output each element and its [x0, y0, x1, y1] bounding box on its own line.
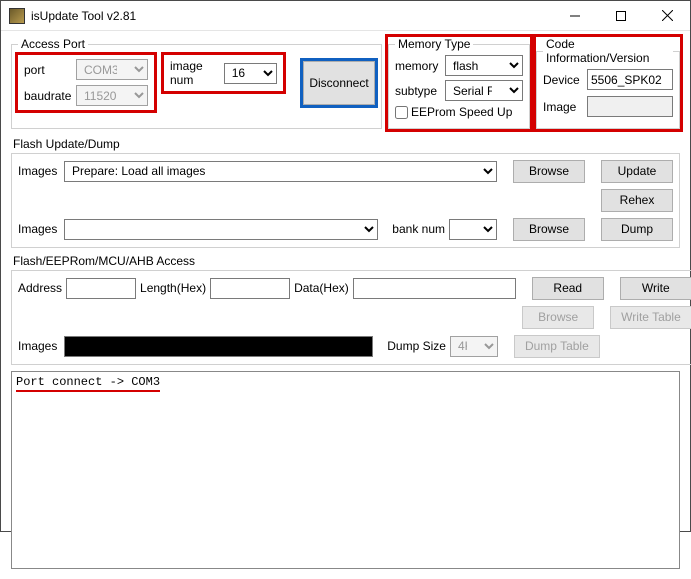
- baudrate-select[interactable]: 115200: [76, 85, 148, 106]
- data-input[interactable]: [353, 278, 516, 299]
- image-field: [587, 96, 673, 117]
- memory-select[interactable]: flash: [445, 55, 523, 76]
- update-button[interactable]: Update: [601, 160, 673, 183]
- data-label: Data(Hex): [294, 281, 349, 295]
- length-label: Length(Hex): [140, 281, 206, 295]
- read-button[interactable]: Read: [532, 277, 604, 300]
- code-info-group: Code Information/Version Device Image: [536, 37, 680, 129]
- dump-button[interactable]: Dump: [601, 218, 673, 241]
- port-label: port: [24, 63, 72, 77]
- eeprom-speedup-checkbox[interactable]: EEProm Speed Up: [395, 105, 512, 119]
- flash-update-group: Images Prepare: Load all images Browse U…: [11, 153, 680, 248]
- length-input[interactable]: [210, 278, 290, 299]
- subtype-select[interactable]: Serial Flash: [445, 80, 523, 101]
- banknum-select[interactable]: [449, 219, 497, 240]
- window-title: isUpdate Tool v2.81: [31, 9, 136, 23]
- rehex-button[interactable]: Rehex: [601, 189, 673, 212]
- browse2-button[interactable]: Browse: [513, 218, 585, 241]
- eeprom-speedup-label: EEProm Speed Up: [411, 105, 512, 119]
- address-input[interactable]: [66, 278, 136, 299]
- images3-select[interactable]: [64, 336, 373, 357]
- images2-label: Images: [18, 222, 60, 236]
- code-info-legend: Code Information/Version: [543, 37, 673, 65]
- log-line: Port connect -> COM3: [16, 375, 160, 392]
- port-select[interactable]: COM3: [76, 59, 148, 80]
- maximize-button[interactable]: [598, 1, 644, 31]
- browse1-button[interactable]: Browse: [513, 160, 585, 183]
- write-table-button: Write Table: [610, 306, 691, 329]
- memory-type-legend: Memory Type: [395, 37, 473, 51]
- titlebar: isUpdate Tool v2.81: [1, 1, 690, 31]
- image-label: Image: [543, 100, 583, 114]
- flash-access-section-label: Flash/EEPRom/MCU/AHB Access: [13, 254, 680, 268]
- device-field: [587, 69, 673, 90]
- close-button[interactable]: [644, 1, 690, 31]
- banknum-label: bank num: [392, 222, 445, 236]
- subtype-label: subtype: [395, 84, 441, 98]
- dump-table-button: Dump Table: [514, 335, 600, 358]
- memory-label: memory: [395, 59, 441, 73]
- log-output[interactable]: Port connect -> COM3: [11, 371, 680, 569]
- dump-size-select[interactable]: 4K: [450, 336, 498, 357]
- flash-update-section-label: Flash Update/Dump: [13, 137, 680, 151]
- access-port-legend: Access Port: [18, 37, 88, 51]
- image-num-select[interactable]: 16: [224, 63, 277, 84]
- address-label: Address: [18, 281, 62, 295]
- disconnect-button[interactable]: Disconnect: [303, 61, 375, 105]
- access-port-group: Access Port port COM3 baudrate 115200 im…: [11, 37, 382, 129]
- image-num-label: image num: [170, 59, 220, 87]
- images1-select[interactable]: Prepare: Load all images: [64, 161, 497, 182]
- browse3-button: Browse: [522, 306, 594, 329]
- device-label: Device: [543, 73, 583, 87]
- minimize-button[interactable]: [552, 1, 598, 31]
- images3-label: Images: [18, 339, 60, 353]
- flash-access-group: Address Length(Hex) Data(Hex) Read Write…: [11, 270, 691, 365]
- write-button[interactable]: Write: [620, 277, 691, 300]
- images2-select[interactable]: [64, 219, 378, 240]
- baudrate-label: baudrate: [24, 89, 72, 103]
- dump-size-label: Dump Size: [387, 339, 446, 353]
- memory-type-group: Memory Type memory flash subtype Serial …: [388, 37, 530, 129]
- images1-label: Images: [18, 164, 60, 178]
- app-icon: [9, 8, 25, 24]
